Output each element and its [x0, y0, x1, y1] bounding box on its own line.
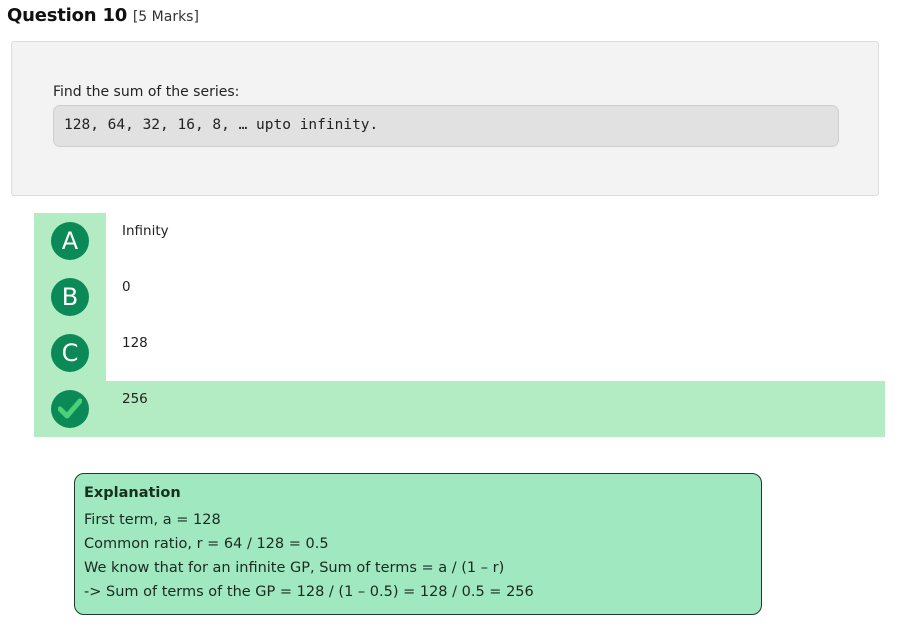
option-c-label: 128	[122, 335, 148, 351]
option-a-label: Infinity	[122, 223, 169, 239]
option-a-badge: A	[51, 222, 89, 260]
option-d-label: 256	[122, 391, 148, 407]
option-d-correct[interactable]: 256	[34, 381, 885, 437]
answer-options: A Infinity B 0 C 128 256	[34, 213, 885, 437]
question-header: Question 10 [5 Marks]	[7, 5, 199, 26]
explanation-line: We know that for an infinite GP, Sum of …	[84, 560, 505, 576]
option-b-label: 0	[122, 279, 131, 295]
checkmark-icon	[58, 398, 82, 419]
option-b[interactable]: B 0	[34, 269, 885, 325]
option-a[interactable]: A Infinity	[34, 213, 885, 269]
question-prompt: Find the sum of the series:	[53, 84, 240, 100]
option-c-badge: C	[51, 334, 89, 372]
question-code-block: 128, 64, 32, 16, 8, … upto infinity.	[53, 105, 839, 147]
option-d-badge	[51, 390, 89, 428]
option-c[interactable]: C 128	[34, 325, 885, 381]
option-b-badge: B	[51, 278, 89, 316]
explanation-box: Explanation First term, a = 128 Common r…	[74, 473, 762, 615]
question-box: Find the sum of the series: 128, 64, 32,…	[11, 41, 879, 196]
question-marks: [5 Marks]	[132, 9, 199, 25]
explanation-line: Common ratio, r = 64 / 128 = 0.5	[84, 536, 329, 552]
explanation-title: Explanation	[84, 485, 181, 501]
question-title: Question 10	[7, 5, 128, 26]
explanation-line: -> Sum of terms of the GP = 128 / (1 – 0…	[84, 584, 534, 600]
explanation-line: First term, a = 128	[84, 512, 221, 528]
